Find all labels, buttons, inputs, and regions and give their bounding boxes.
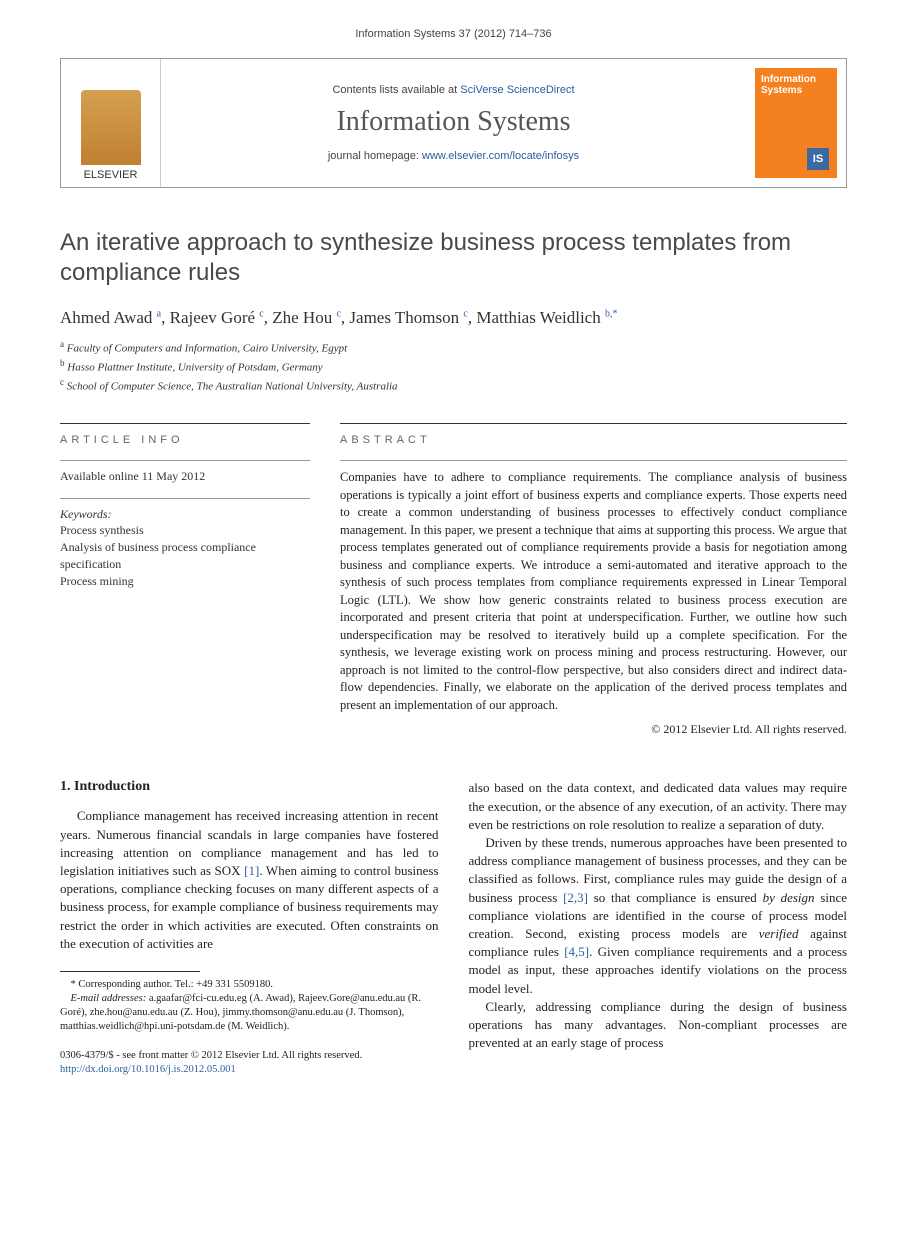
journal-cover-thumbnail: Information Systems IS [755,68,837,178]
body-paragraph: also based on the data context, and dedi… [469,779,848,834]
body-paragraph: Compliance management has received incre… [60,807,439,953]
abstract-copyright: © 2012 Elsevier Ltd. All rights reserved… [340,722,847,737]
divider [60,498,310,499]
affiliation-text: Faculty of Computers and Information, Ca… [67,343,347,355]
abstract-column: ABSTRACT Companies have to adhere to com… [340,423,847,737]
journal-name: Information Systems [336,106,570,138]
author-list: Ahmed Awad a, Rajeev Goré c, Zhe Hou c, … [60,308,847,328]
homepage-prefix: journal homepage: [328,150,422,162]
affiliation-text: School of Computer Science, The Australi… [67,381,398,393]
journal-homepage-link[interactable]: www.elsevier.com/locate/infosys [422,150,579,162]
contents-prefix: Contents lists available at [332,84,460,96]
publisher-logo: ELSEVIER [61,59,161,187]
corresponding-footnote: * Corresponding author. Tel.: +49 331 55… [60,978,439,992]
issn-line: 0306-4379/$ - see front matter © 2012 El… [60,1049,439,1063]
citation-ref-2-3[interactable]: [2,3] [563,890,588,905]
footnote-rule [60,971,200,972]
journal-header-center: Contents lists available at SciVerse Sci… [161,59,746,187]
divider [60,460,310,461]
article-title: An iterative approach to synthesize busi… [60,228,847,288]
abstract-text: Companies have to adhere to compliance r… [340,460,847,714]
keyword: Analysis of business process compliance … [60,539,310,573]
info-abstract-row: ARTICLE INFO Available online 11 May 201… [60,423,847,737]
journal-cover-box: Information Systems IS [746,59,846,187]
sciencedirect-link[interactable]: SciVerse ScienceDirect [460,84,574,96]
abstract-label: ABSTRACT [340,423,847,446]
affiliation-b: b Hasso Plattner Institute, University o… [60,357,847,376]
citation-ref-4-5[interactable]: [4,5] [564,944,589,959]
body-paragraph: Clearly, addressing compliance during th… [469,998,848,1053]
body-paragraph: Driven by these trends, numerous approac… [469,834,848,998]
elsevier-tree-icon [81,90,141,165]
availability-date: Available online 11 May 2012 [60,469,310,484]
cover-badge: IS [807,148,829,170]
italic-term: by design [763,890,815,905]
affiliations: a Faculty of Computers and Information, … [60,338,847,395]
front-matter-meta: 0306-4379/$ - see front matter © 2012 El… [60,1049,439,1077]
doi-link[interactable]: http://dx.doi.org/10.1016/j.is.2012.05.0… [60,1064,236,1075]
affiliation-text: Hasso Plattner Institute, University of … [67,362,322,374]
journal-header: ELSEVIER Contents lists available at Sci… [60,58,847,188]
body-columns: 1. Introduction Compliance management ha… [60,779,847,1077]
right-column: also based on the data context, and dedi… [469,779,848,1077]
affiliation-a: a Faculty of Computers and Information, … [60,338,847,357]
cover-title: Information Systems [761,74,831,96]
citation-ref-1[interactable]: [1] [244,863,259,878]
citation-line: Information Systems 37 (2012) 714–736 [60,28,847,40]
section-heading-introduction: 1. Introduction [60,779,439,795]
contents-available-line: Contents lists available at SciVerse Sci… [332,84,574,96]
emails-footnote: E-mail addresses: a.gaafar@fci-cu.edu.eg… [60,992,439,1035]
left-column: 1. Introduction Compliance management ha… [60,779,439,1077]
keyword: Process mining [60,573,310,590]
affiliation-c: c School of Computer Science, The Austra… [60,376,847,395]
emails-label: E-mail addresses: [71,993,147,1004]
article-info-label: ARTICLE INFO [60,423,310,446]
keywords-list: Process synthesis Analysis of business p… [60,522,310,589]
publisher-name: ELSEVIER [84,169,138,181]
keyword: Process synthesis [60,522,310,539]
keywords-label: Keywords: [60,507,310,522]
italic-term: verified [759,926,799,941]
journal-homepage-line: journal homepage: www.elsevier.com/locat… [328,150,579,162]
body-text: so that compliance is ensured [588,890,763,905]
article-info-column: ARTICLE INFO Available online 11 May 201… [60,423,310,737]
